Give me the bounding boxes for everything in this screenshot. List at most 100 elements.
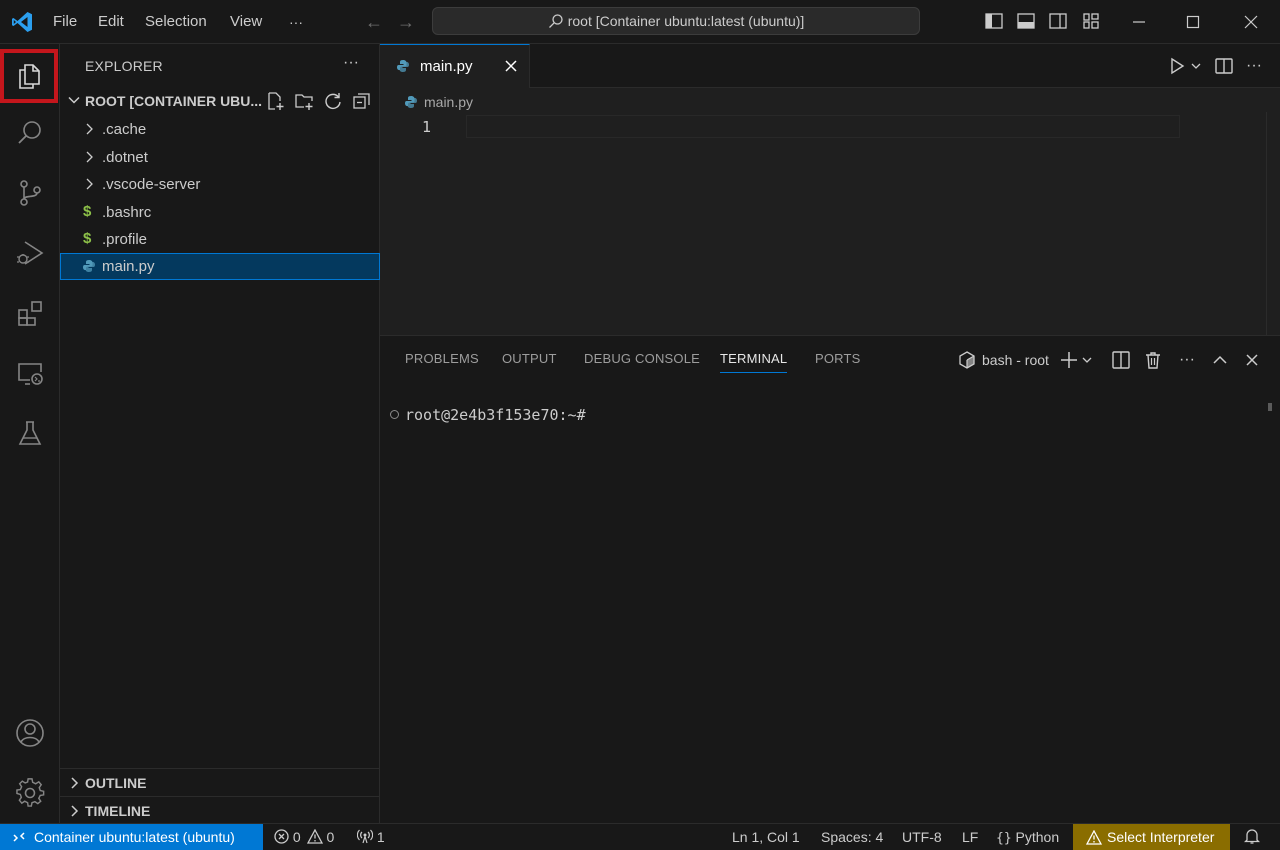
- terminal-prompt: root@2e4b3f153e70:~#: [405, 406, 586, 424]
- ports-count: 1: [376, 829, 385, 845]
- maximize-button[interactable]: [1164, 0, 1222, 44]
- tree-item-main-py[interactable]: main.py: [60, 253, 380, 280]
- tree-item-label: .dotnet: [102, 149, 148, 166]
- bell-icon: [1243, 829, 1261, 844]
- toggle-panel-icon[interactable]: [1016, 11, 1036, 31]
- python-file-icon: [83, 260, 95, 272]
- activity-accounts[interactable]: [0, 705, 60, 761]
- search-icon: [548, 14, 563, 28]
- breadcrumb[interactable]: main.py: [404, 94, 473, 110]
- forward-arrow-icon[interactable]: →: [394, 10, 418, 34]
- outline-section-header[interactable]: OUTLINE: [60, 768, 380, 796]
- tree-item-dotnet[interactable]: .dotnet: [60, 144, 380, 171]
- title-bar: File Edit Selection View ··· ← → root [C…: [0, 0, 1280, 44]
- remote-explorer-icon: [18, 363, 43, 385]
- python-file-icon: [397, 60, 409, 72]
- error-count: 0: [292, 829, 301, 845]
- tree-item-label: .vscode-server: [102, 176, 201, 193]
- editor-area: main.py ··· main.py 1: [380, 44, 1280, 335]
- toggle-secondary-sidebar-icon[interactable]: [1048, 11, 1068, 31]
- command-decoration-icon[interactable]: [390, 410, 399, 419]
- activity-explorer[interactable]: [0, 49, 58, 103]
- collapse-all-icon[interactable]: [352, 91, 372, 111]
- account-icon: [16, 719, 44, 747]
- split-editor-icon[interactable]: [1214, 56, 1234, 76]
- select-interpreter-button[interactable]: Select Interpreter: [1073, 824, 1230, 850]
- explorer-more-actions[interactable]: ···: [343, 54, 359, 72]
- tab-main-py[interactable]: main.py: [380, 44, 530, 88]
- customize-layout-icon[interactable]: [1081, 11, 1101, 31]
- testing-flask-icon: [18, 421, 42, 445]
- close-tab-icon[interactable]: [502, 57, 520, 75]
- warning-icon: [306, 828, 323, 844]
- menu-more[interactable]: ···: [289, 0, 303, 44]
- activity-remote-explorer[interactable]: [0, 345, 60, 401]
- activity-extensions[interactable]: [0, 285, 60, 341]
- activity-run-debug[interactable]: [0, 225, 60, 281]
- remote-label: Container ubuntu:latest (ubuntu): [34, 829, 235, 845]
- tab-debug-console[interactable]: DEBUG CONSOLE: [584, 351, 700, 366]
- tab-problems[interactable]: PROBLEMS: [405, 351, 479, 366]
- refresh-icon[interactable]: [323, 91, 343, 111]
- tab-terminal[interactable]: TERMINAL: [720, 351, 788, 373]
- close-icon: [1244, 15, 1258, 29]
- status-bar: Container ubuntu:latest (ubuntu) 0 0 1 L…: [0, 823, 1280, 850]
- ports-indicator[interactable]: 1: [356, 829, 385, 845]
- split-terminal-icon[interactable]: [1111, 350, 1131, 370]
- close-window-button[interactable]: [1222, 0, 1280, 44]
- notifications-bell[interactable]: [1243, 828, 1261, 848]
- timeline-section-header[interactable]: TIMELINE: [60, 796, 380, 824]
- activity-bar: [0, 44, 60, 823]
- command-center-search[interactable]: root [Container ubuntu:latest (ubuntu)]: [432, 7, 920, 35]
- tree-item-label: main.py: [102, 258, 155, 275]
- remote-indicator[interactable]: Container ubuntu:latest (ubuntu): [0, 824, 263, 850]
- indentation[interactable]: Spaces: 4: [821, 829, 883, 845]
- new-terminal-plus-icon[interactable]: [1059, 350, 1079, 370]
- tab-ports[interactable]: PORTS: [815, 351, 861, 366]
- menu-edit[interactable]: Edit: [98, 0, 124, 44]
- tree-item-vscode-server[interactable]: .vscode-server: [60, 171, 380, 198]
- chevron-right-icon: [86, 178, 93, 190]
- new-folder-icon[interactable]: [294, 91, 314, 111]
- end-of-line[interactable]: LF: [962, 829, 978, 845]
- toggle-primary-sidebar-icon[interactable]: [984, 11, 1004, 31]
- cursor-position[interactable]: Ln 1, Col 1: [732, 829, 800, 845]
- activity-testing[interactable]: [0, 405, 60, 461]
- panel-more-actions[interactable]: ···: [1179, 351, 1195, 369]
- workspace-root-folder[interactable]: ROOT [CONTAINER UBU...: [60, 88, 380, 114]
- tab-output[interactable]: OUTPUT: [502, 351, 557, 366]
- chevron-down-icon[interactable]: [1081, 354, 1093, 366]
- activity-search[interactable]: [0, 105, 60, 161]
- code-editor-current-line[interactable]: [466, 115, 1180, 138]
- tree-item-bashrc[interactable]: $ .bashrc: [60, 199, 380, 226]
- menu-selection[interactable]: Selection: [145, 0, 207, 44]
- problems-indicator[interactable]: 0 0: [274, 828, 335, 845]
- timeline-label: TIMELINE: [85, 803, 151, 819]
- chevron-down-icon[interactable]: [1190, 60, 1202, 72]
- editor-more-actions[interactable]: ···: [1246, 57, 1262, 75]
- encoding[interactable]: UTF-8: [902, 829, 942, 845]
- tree-item-label: .profile: [102, 231, 148, 248]
- back-arrow-icon[interactable]: ←: [362, 10, 386, 34]
- activity-source-control[interactable]: [0, 165, 60, 221]
- chevron-right-icon: [86, 151, 93, 163]
- menu-view[interactable]: View: [230, 0, 262, 44]
- run-python-file-icon[interactable]: [1168, 57, 1186, 75]
- tree-item-profile[interactable]: $ .profile: [60, 226, 380, 253]
- language-mode[interactable]: {} Python: [996, 829, 1059, 846]
- trash-icon[interactable]: [1143, 350, 1163, 370]
- editor-scrollbar[interactable]: [1266, 112, 1280, 335]
- terminal-output[interactable]: root@2e4b3f153e70:~#: [390, 406, 586, 424]
- interpreter-label: Select Interpreter: [1107, 829, 1215, 845]
- explorer-sidebar: EXPLORER ··· ROOT [CONTAINER UBU... .cac…: [60, 44, 380, 823]
- warning-count: 0: [326, 829, 335, 845]
- minimize-button[interactable]: [1110, 0, 1168, 44]
- terminal-instance-name[interactable]: bash - root: [982, 352, 1049, 368]
- activity-manage[interactable]: [0, 765, 60, 821]
- close-panel-icon[interactable]: [1243, 351, 1261, 369]
- maximize-panel-chevron-up-icon[interactable]: [1211, 351, 1229, 369]
- tree-item-cache[interactable]: .cache: [60, 116, 380, 143]
- new-file-icon[interactable]: [265, 91, 285, 111]
- remote-icon: [13, 832, 25, 842]
- menu-file[interactable]: File: [53, 0, 77, 44]
